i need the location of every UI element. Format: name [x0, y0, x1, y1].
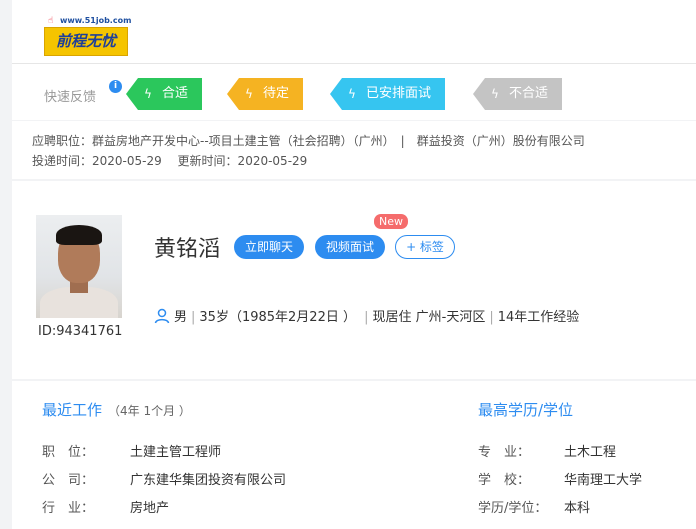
new-badge: New: [374, 214, 408, 229]
pointer-hand-icon: ☝: [48, 16, 54, 26]
candidate-photo: [36, 215, 122, 318]
edu-degree-label: 学历/学位：: [478, 501, 548, 516]
lightning-icon: ϟ: [348, 87, 356, 101]
lightning-icon: ϟ: [245, 87, 253, 101]
edu-school-value: 华南理工大学: [564, 473, 643, 488]
candidate-profile: ID:94341761 黄铭滔 立即聊天 视频面试 New + 标签 男 | 35岁…: [12, 181, 696, 379]
recent-work-title: 最近工作 （4年 1个月 ）: [42, 399, 191, 420]
video-interview-button[interactable]: 视频面试: [315, 235, 385, 259]
info-icon[interactable]: i: [109, 80, 122, 93]
logo-url: www.51job.com: [60, 16, 132, 25]
lightning-icon: ϟ: [144, 87, 152, 101]
logo-text: 前程无忧: [44, 27, 128, 56]
work-company-value: 广东建华集团投资有限公司: [130, 473, 287, 488]
applied-position: 应聘职位：群益房地产开发中心--项目土建主管（社会招聘）（广州） | 群益投资（…: [32, 134, 585, 148]
feedback-interview-button[interactable]: ϟ 已安排面试: [330, 78, 446, 110]
feedback-label: 快速反馈: [44, 90, 97, 105]
summary-section: 最近工作 （4年 1个月 ） 职 位： 土建主管工程师 公 司： 广东建华集团投资…: [12, 381, 696, 529]
candidate-residence: 现居住 广州-天河区: [372, 310, 486, 325]
edu-degree-value: 本科: [564, 501, 591, 516]
candidate-meta: 男 | 35岁（1985年2月22日 ） | 现居住 广州-天河区 | 14年工作经验: [154, 306, 579, 325]
edu-major-label: 专 业：: [478, 445, 531, 460]
application-info: 应聘职位：群益房地产开发中心--项目土建主管（社会招聘）（广州） | 群益投资（…: [12, 121, 696, 179]
feedback-pending-button[interactable]: ϟ 待定: [227, 78, 304, 110]
feedback-pending-label: 待定: [263, 86, 290, 101]
candidate-age: 35岁（1985年2月22日 ）: [199, 310, 356, 325]
work-company-label: 公 司：: [42, 473, 95, 488]
feedback-interview-label: 已安排面试: [366, 86, 432, 101]
candidate-gender: 男: [174, 310, 188, 325]
work-industry-label: 行 业：: [42, 501, 95, 516]
candidate-id: ID:94341761: [38, 324, 123, 339]
user-icon: [154, 308, 170, 324]
feedback-suitable-label: 合适: [162, 86, 189, 101]
work-position-value: 土建主管工程师: [130, 445, 222, 460]
edu-major-value: 土木工程: [564, 445, 617, 460]
application-times: 投递时间：2020-05-29 更新时间：2020-05-29: [32, 154, 308, 168]
lightning-icon: ϟ: [491, 87, 499, 101]
header-divider: [12, 63, 696, 64]
feedback-unsuitable-button[interactable]: ϟ 不合适: [473, 78, 563, 110]
feedback-suitable-button[interactable]: ϟ 合适: [126, 78, 203, 110]
site-logo[interactable]: ☝ www.51job.com 前程无忧: [44, 16, 140, 58]
work-industry-value: 房地产: [130, 501, 170, 516]
header-panel: ☝ www.51job.com 前程无忧 快速反馈 i ϟ 合适 ϟ 待定 ϟ …: [12, 0, 696, 120]
feedback-unsuitable-label: 不合适: [509, 86, 549, 101]
candidate-name: 黄铭滔: [154, 237, 221, 262]
education-title: 最高学历/学位: [478, 401, 574, 419]
chat-now-button[interactable]: 立即聊天: [234, 235, 304, 259]
edu-school-label: 学 校：: [478, 473, 531, 488]
recent-work-duration: （4年 1个月 ）: [108, 404, 191, 418]
candidate-experience: 14年工作经验: [497, 310, 580, 325]
recent-work-heading: 最近工作: [42, 401, 103, 419]
work-position-label: 职 位：: [42, 445, 95, 460]
add-tag-button[interactable]: + 标签: [395, 235, 455, 259]
